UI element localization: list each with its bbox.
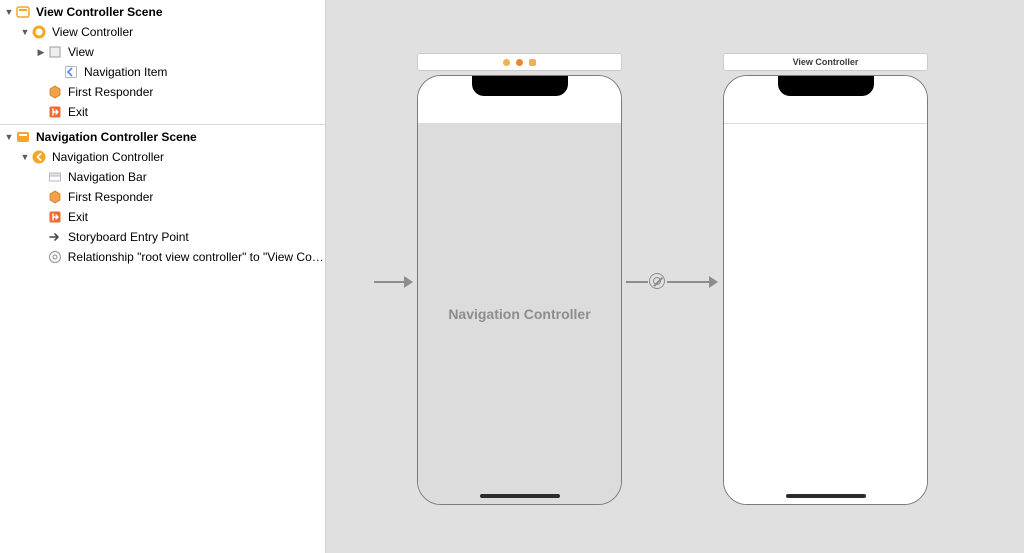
device-notch [778, 76, 874, 96]
scene-titlebar-label: View Controller [793, 57, 859, 67]
storyboard-scene-icon [15, 4, 31, 20]
scene-titlebar-viewcontroller[interactable]: View Controller [723, 53, 928, 71]
outline-scene-viewcontroller[interactable]: ▼ View Controller Scene [0, 2, 325, 22]
titlebar-dot-icon [503, 59, 510, 66]
relationship-segue-icon[interactable] [649, 273, 665, 289]
arrow-head-icon [404, 276, 413, 288]
arrow-line [626, 281, 648, 283]
outline-item-view[interactable]: ▶ View [0, 42, 325, 62]
navigationcontroller-icon [31, 149, 47, 165]
outline-item-firstresponder[interactable]: First Responder [0, 187, 325, 207]
titlebar-dot-icon [516, 59, 523, 66]
scene-placeholder-label: Navigation Controller [418, 124, 621, 504]
exit-icon [47, 209, 63, 225]
storyboard-scene-icon [15, 129, 31, 145]
scene-navigationcontroller[interactable]: Navigation Controller [417, 75, 622, 505]
titlebar-square-icon [529, 59, 536, 66]
scene-titlebar-navigationcontroller[interactable] [417, 53, 622, 71]
outline-item-label: Exit [68, 102, 88, 122]
outline-item-label: View [68, 42, 94, 62]
outline-item-label: Relationship "root view controller" to "… [68, 247, 325, 267]
outline-item-navigationitem[interactable]: Navigation Item [0, 62, 325, 82]
outline-item-storyboard-entry[interactable]: Storyboard Entry Point [0, 227, 325, 247]
outline-item-navigationbar[interactable]: Navigation Bar [0, 167, 325, 187]
outline-item-label: Exit [68, 207, 88, 227]
document-outline[interactable]: ▼ View Controller Scene ▼ View Controlle… [0, 0, 326, 553]
outline-item-navigationcontroller[interactable]: ▼ Navigation Controller [0, 147, 325, 167]
scene-viewcontroller[interactable] [723, 75, 928, 505]
outline-item-label: Navigation Bar [68, 167, 147, 187]
outline-item-firstresponder[interactable]: First Responder [0, 82, 325, 102]
outline-item-label: First Responder [68, 187, 153, 207]
home-indicator [480, 494, 560, 498]
outline-item-label: Navigation Item [84, 62, 167, 82]
root-segue-arrow[interactable] [626, 272, 648, 292]
device-notch [472, 76, 568, 96]
arrow-head-icon [709, 276, 718, 288]
relationship-segue-icon [47, 249, 63, 265]
exit-icon [47, 104, 63, 120]
outline-item-label: Navigation Controller [52, 147, 164, 167]
outline-item-root-segue[interactable]: Relationship "root view controller" to "… [0, 247, 325, 267]
disclosure-triangle-icon[interactable]: ▶ [36, 42, 46, 62]
first-responder-icon [47, 84, 63, 100]
view-icon [47, 44, 63, 60]
disclosure-triangle-icon[interactable]: ▼ [4, 127, 14, 147]
disclosure-triangle-icon[interactable]: ▼ [20, 147, 30, 167]
viewcontroller-icon [31, 24, 47, 40]
outline-item-exit[interactable]: Exit [0, 102, 325, 122]
outline-scene-label: Navigation Controller Scene [36, 127, 197, 147]
entry-point-icon [47, 229, 63, 245]
storyboard-canvas[interactable]: Navigation Controller View Controller [326, 0, 1024, 553]
arrow-line [667, 281, 709, 283]
outline-scene-label: View Controller Scene [36, 2, 163, 22]
first-responder-icon [47, 189, 63, 205]
home-indicator [786, 494, 866, 498]
outline-divider [0, 124, 325, 125]
navigation-item-icon [63, 64, 79, 80]
outline-item-label: View Controller [52, 22, 133, 42]
arrow-line [374, 281, 404, 283]
outline-scene-navigationcontroller[interactable]: ▼ Navigation Controller Scene [0, 127, 325, 147]
outline-item-label: First Responder [68, 82, 153, 102]
disclosure-triangle-icon[interactable]: ▼ [4, 2, 14, 22]
outline-item-label: Storyboard Entry Point [68, 227, 189, 247]
root-view[interactable] [724, 124, 927, 504]
outline-item-exit[interactable]: Exit [0, 207, 325, 227]
root-segue-arrow[interactable] [667, 272, 718, 292]
outline-item-viewcontroller[interactable]: ▼ View Controller [0, 22, 325, 42]
disclosure-triangle-icon[interactable]: ▼ [20, 22, 30, 42]
entry-point-arrow[interactable] [374, 272, 413, 292]
navigation-bar-icon [47, 169, 63, 185]
